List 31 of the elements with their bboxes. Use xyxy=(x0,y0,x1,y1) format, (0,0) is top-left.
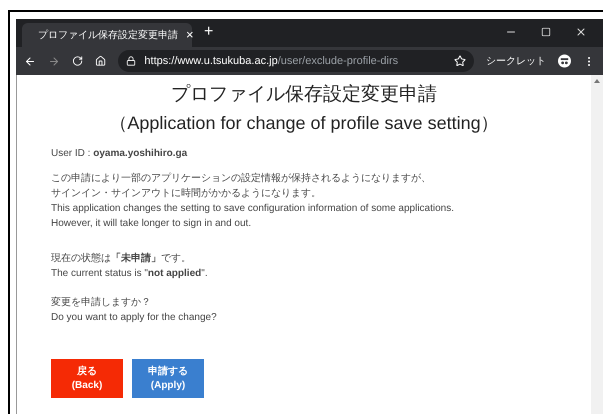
browser-tab[interactable]: プロファイル保存設定変更申請 × xyxy=(22,23,192,47)
page-subtitle: （Application for change of profile save setting） xyxy=(108,112,500,135)
lock-icon xyxy=(126,56,136,66)
apply-button[interactable]: 申請する (Apply) xyxy=(132,359,204,398)
status-text: The current status is "not applied". xyxy=(51,267,209,281)
scroll-up-icon[interactable] xyxy=(594,79,600,83)
url-path: /user/exclude-profile-dirs xyxy=(278,54,398,69)
tab-title: プロファイル保存設定変更申請 xyxy=(38,28,178,42)
back-button[interactable]: 戻る (Back) xyxy=(51,359,123,398)
status-text: 現在の状態は「未申請」です。 xyxy=(51,252,192,266)
maximize-icon[interactable] xyxy=(541,27,551,37)
notice-text: However, it will take longer to sign in and out. xyxy=(51,217,252,231)
incognito-icon xyxy=(558,54,571,68)
question-text: Do you want to apply for the change? xyxy=(51,311,218,325)
reload-icon[interactable] xyxy=(72,55,84,67)
address-bar[interactable]: https://www.u.tsukuba.ac.jp/user/exclude-profile-dirs xyxy=(118,50,474,72)
bookmark-star-icon[interactable] xyxy=(454,55,466,67)
url-host: https://www.u.tsukuba.ac.jp xyxy=(144,54,278,69)
notice-text: This application changes the setting to save configuration information of some applications. xyxy=(51,202,456,216)
back-icon[interactable] xyxy=(24,54,36,68)
user-id-text: User ID : oyama.yoshihiro.ga xyxy=(51,147,188,161)
page-title: プロファイル保存設定変更申請 xyxy=(170,83,438,107)
incognito-label: シークレット xyxy=(486,54,546,68)
close-tab-button[interactable]: × xyxy=(186,25,194,45)
notice-text: サインイン・サインアウトに時間がかかるようになります。 xyxy=(51,186,322,201)
question-text: 変更を申請しますか？ xyxy=(51,296,152,310)
forward-icon[interactable] xyxy=(48,54,60,68)
home-icon[interactable] xyxy=(95,55,106,67)
close-icon[interactable] xyxy=(575,26,587,38)
new-tab-button[interactable]: + xyxy=(204,20,214,44)
notice-text: この申請により一部のアプリケーションの設定情報が保持されるようになりますが、 xyxy=(51,172,432,186)
